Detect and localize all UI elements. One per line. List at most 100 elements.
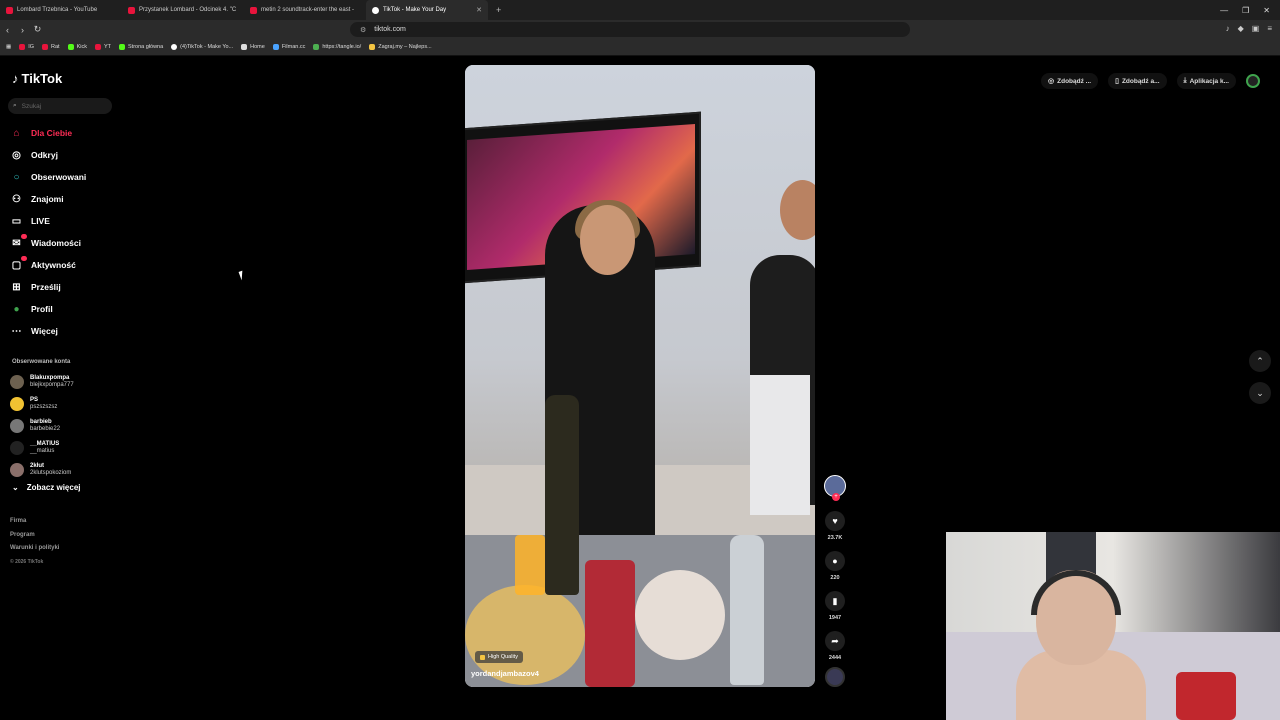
profile-avatar[interactable] bbox=[1246, 74, 1260, 88]
logo-text: TikTok bbox=[21, 71, 63, 86]
followed-account[interactable]: Blakuxpompa blejkxpompa777 bbox=[10, 371, 120, 393]
bookmark[interactable]: Rat bbox=[42, 44, 60, 50]
nav-live[interactable]: ▭ LIVE bbox=[11, 210, 121, 232]
bookmark-icon bbox=[42, 44, 49, 50]
creator-avatar[interactable]: + bbox=[824, 475, 846, 501]
bookmark-icon bbox=[369, 44, 376, 50]
new-tab-button[interactable]: + bbox=[488, 5, 509, 15]
video-actions: + ♥ 23.7K ● 220 ▮ 1947 ➦ 2444 bbox=[822, 475, 848, 687]
nav-label: Aktywność bbox=[31, 260, 76, 270]
minimize-icon[interactable]: — bbox=[1220, 6, 1228, 15]
menu-icon[interactable]: ≡ bbox=[1267, 24, 1272, 33]
close-window-icon[interactable]: ✕ bbox=[1263, 6, 1270, 15]
video-scene-bottle bbox=[585, 560, 635, 687]
nav-friends[interactable]: ⚇ Znajomi bbox=[11, 188, 121, 210]
bookmark[interactable]: Zagraj.my – Najleps... bbox=[369, 44, 432, 50]
youtube-icon bbox=[128, 6, 135, 14]
forward-icon[interactable]: › bbox=[15, 25, 30, 35]
bookmark-label: Filman.cc bbox=[281, 44, 306, 50]
account-name: barbieb bbox=[30, 419, 52, 425]
see-more-label: Zobacz więcej bbox=[26, 483, 81, 492]
nav-explore[interactable]: ◎ Odkryj bbox=[11, 144, 121, 166]
messages-icon: ✉ bbox=[12, 233, 27, 249]
account-handle: pszszszsz bbox=[30, 404, 58, 410]
following-icon: ○ bbox=[13, 171, 20, 183]
nav-label: Dla Ciebie bbox=[31, 128, 73, 138]
bookmark[interactable]: YT bbox=[94, 44, 111, 50]
bookmark[interactable]: Kick bbox=[67, 44, 87, 50]
apps-icon[interactable]: ▦ bbox=[6, 44, 11, 50]
followed-account[interactable]: 2kłut 2klutspokoziom bbox=[10, 459, 120, 481]
window-controls: — ❐ ✕ bbox=[1220, 6, 1280, 15]
bookmark-icon bbox=[94, 44, 101, 50]
bookmark[interactable]: Home bbox=[241, 44, 265, 50]
site-info-icon[interactable]: ⚙ bbox=[360, 26, 366, 34]
sidebar: ♪ TikTok ⌕ Szukaj ⌂ Dla Ciebie ◎ Odkryj ○ O… bbox=[0, 56, 125, 720]
tab-youtube-lombard[interactable]: Lombard Trzebnica - YouTube bbox=[0, 0, 122, 20]
comment-count: 220 bbox=[830, 575, 840, 581]
compass-icon: ◎ bbox=[12, 149, 21, 161]
tab-label: TikTok - Make Your Day bbox=[383, 7, 447, 13]
comment-icon: ● bbox=[825, 551, 845, 571]
bookmark[interactable]: (4)TikTok - Make Yo... bbox=[171, 44, 233, 50]
share-action[interactable]: ➦ 2444 bbox=[825, 631, 845, 661]
tab-metin2[interactable]: metin 2 soundtrack-enter the east - bbox=[244, 0, 366, 20]
bookmark[interactable]: Strona główna bbox=[119, 44, 163, 50]
footer-link-program[interactable]: Program bbox=[10, 529, 59, 543]
search-input[interactable]: ⌕ Szukaj bbox=[8, 98, 112, 114]
puzzle-icon[interactable]: ▣ bbox=[1252, 24, 1260, 33]
browser-tab-bar: Lombard Trzebnica - YouTube Przystanek L… bbox=[0, 0, 1280, 20]
youtube-icon bbox=[250, 6, 257, 14]
bookmark[interactable]: Filman.cc bbox=[272, 44, 306, 50]
restore-icon[interactable]: ❐ bbox=[1242, 6, 1249, 15]
footer-link-terms[interactable]: Warunki i polityki bbox=[10, 542, 59, 556]
tab-tiktok[interactable]: TikTok - Make Your Day ✕ bbox=[366, 0, 488, 20]
extension-icon[interactable]: ◆ bbox=[1238, 24, 1244, 33]
nav-profile[interactable]: ● Profil bbox=[11, 298, 121, 320]
get-coins-button[interactable]: ◎ Zdobądź ... bbox=[1041, 73, 1099, 89]
url-bar[interactable]: ⚙ tiktok.com bbox=[350, 22, 910, 37]
tiktok-logo[interactable]: ♪ TikTok bbox=[12, 71, 62, 86]
followed-account[interactable]: PS pszszszsz bbox=[10, 393, 120, 415]
main-nav: ⌂ Dla Ciebie ◎ Odkryj ○ Obserwowani ⚇ Znajom… bbox=[11, 122, 121, 342]
account-handle: 2klutspokoziom bbox=[30, 470, 72, 476]
see-more-button[interactable]: ⌄ Zobacz więcej bbox=[12, 483, 81, 492]
music-disc-icon[interactable] bbox=[825, 667, 845, 687]
pill-label: Aplikacja k... bbox=[1189, 77, 1229, 85]
desktop-app-button[interactable]: ⤓ Aplikacja k... bbox=[1176, 73, 1236, 89]
chevron-up-icon[interactable]: ⌃ bbox=[1249, 350, 1271, 372]
nav-activity[interactable]: ▢ Aktywność bbox=[11, 254, 121, 276]
footer-link-company[interactable]: Firma bbox=[10, 515, 59, 529]
follow-plus-icon[interactable]: + bbox=[832, 493, 840, 501]
bookmark[interactable]: IG bbox=[19, 44, 34, 50]
bookmark-label: https://tangle.io/ bbox=[322, 44, 362, 50]
nav-more[interactable]: ⋯ Więcej bbox=[11, 320, 121, 342]
like-action[interactable]: ♥ 23.7K bbox=[825, 511, 845, 541]
hq-label: High Quality bbox=[488, 654, 518, 660]
save-action[interactable]: ▮ 1947 bbox=[825, 591, 845, 621]
mouse-cursor bbox=[238, 270, 246, 281]
nav-for-you[interactable]: ⌂ Dla Ciebie bbox=[11, 122, 121, 144]
address-toolbar: ‹ › ↻ ⚙ tiktok.com ♪ ◆ ▣ ≡ bbox=[0, 20, 1280, 39]
nav-upload[interactable]: ⊞ Prześlij bbox=[11, 276, 121, 298]
comment-action[interactable]: ● 220 bbox=[825, 551, 845, 581]
followed-account[interactable]: __MATIUS __matius bbox=[10, 437, 120, 459]
get-app-button[interactable]: ▯ Zdobądź a... bbox=[1108, 73, 1167, 89]
close-tab-icon[interactable]: ✕ bbox=[476, 6, 482, 14]
pill-label: Zdobądź ... bbox=[1057, 77, 1092, 85]
bookmarks-bar: ▦ IG Rat Kick YT Strona główna (4)TikTok… bbox=[0, 39, 1280, 56]
audio-icon[interactable]: ♪ bbox=[1226, 24, 1230, 33]
video-player[interactable]: High Quality yordandjambazov4 bbox=[465, 65, 815, 687]
webcam-overlay bbox=[946, 532, 1280, 720]
bookmark[interactable]: https://tangle.io/ bbox=[313, 44, 361, 50]
chevron-down-icon[interactable]: ⌄ bbox=[1249, 382, 1271, 404]
back-icon[interactable]: ‹ bbox=[0, 25, 15, 35]
nav-following[interactable]: ○ Obserwowani bbox=[11, 166, 121, 188]
tab-przystanek-lombard[interactable]: Przystanek Lombard - Odcinek 4. "C bbox=[122, 0, 244, 20]
nav-messages[interactable]: ✉ Wiadomości bbox=[11, 232, 121, 254]
reload-icon[interactable]: ↻ bbox=[30, 24, 45, 35]
top-right-actions: ◎ Zdobądź ... ▯ Zdobądź a... ⤓ Aplikacja k.… bbox=[1041, 73, 1260, 89]
followed-account[interactable]: barbieb barbebie22 bbox=[10, 415, 120, 437]
video-scene-bottle bbox=[545, 395, 579, 595]
video-username[interactable]: yordandjambazov4 bbox=[471, 669, 539, 678]
